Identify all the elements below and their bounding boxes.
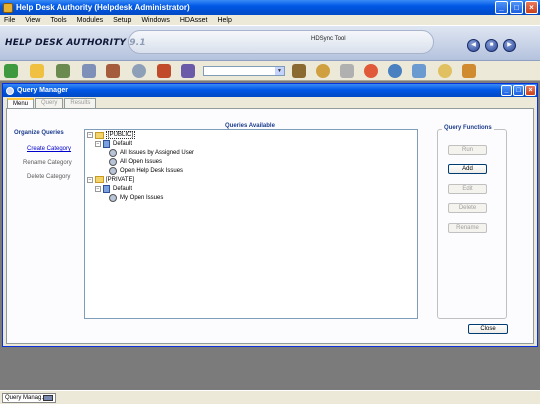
query-icon xyxy=(109,194,117,202)
search-icon[interactable] xyxy=(132,64,146,78)
app-titlebar: Help Desk Authority (Helpdesk Administra… xyxy=(0,0,540,15)
menu-tools[interactable]: Tools xyxy=(46,17,72,24)
tree-node-private-default[interactable]: − Default xyxy=(95,185,132,193)
rename-button[interactable]: Rename xyxy=(448,223,487,233)
app-banner: HELP DESK AUTHORITY 9.1 HDSync Tool ◀ ■ ▶ xyxy=(0,26,540,61)
stop-icon[interactable]: ■ xyxy=(485,39,498,52)
banner-swoosh xyxy=(128,30,434,54)
child-maximize-button[interactable]: □ xyxy=(513,85,524,96)
flag-icon[interactable] xyxy=(462,64,476,78)
organize-queries-heading: Organize Queries xyxy=(14,130,64,136)
hdsync-label[interactable]: HDSync Tool xyxy=(311,36,346,42)
tree-node-public-default[interactable]: − Default xyxy=(95,140,132,148)
tree-node-private[interactable]: − [PRIVATE] xyxy=(87,176,134,183)
category-icon xyxy=(103,140,110,148)
close-button[interactable]: × xyxy=(525,1,538,14)
menu-file[interactable]: File xyxy=(0,17,21,24)
category-icon xyxy=(103,185,110,193)
menu-hdasset[interactable]: HDAsset xyxy=(176,17,214,24)
refresh-icon[interactable] xyxy=(4,64,18,78)
close-query-manager-button[interactable]: Close xyxy=(468,324,508,334)
menu-setup[interactable]: Setup xyxy=(109,17,137,24)
folder-icon xyxy=(95,131,104,139)
menu-modules[interactable]: Modules xyxy=(73,17,109,24)
chevron-down-icon[interactable]: ▼ xyxy=(275,67,284,75)
app-title: Help Desk Authority (Helpdesk Administra… xyxy=(16,3,190,12)
menu-view[interactable]: View xyxy=(21,17,46,24)
delete-button[interactable]: Delete xyxy=(448,203,487,213)
collapse-icon[interactable]: − xyxy=(95,186,101,192)
tree-query-item[interactable]: Open Help Desk Issues xyxy=(109,167,183,175)
toolbar-combo[interactable]: ▼ xyxy=(203,66,285,76)
report-icon[interactable] xyxy=(106,64,120,78)
collapse-icon[interactable]: − xyxy=(87,132,93,138)
back-icon[interactable]: ◀ xyxy=(467,39,480,52)
taskbar: Query Manag... xyxy=(0,390,540,404)
query-manager-icon xyxy=(6,86,14,95)
taskbar-item-query-manager[interactable]: Query Manag... xyxy=(2,393,56,403)
list-icon[interactable] xyxy=(82,64,96,78)
books-icon[interactable] xyxy=(157,64,171,78)
tree-query-item[interactable]: My Open Issues xyxy=(109,194,163,202)
create-category-link[interactable]: Create Category xyxy=(27,146,71,152)
minimize-button[interactable]: _ xyxy=(495,1,508,14)
collapse-icon[interactable]: − xyxy=(95,141,101,147)
tab-query[interactable]: Query xyxy=(35,98,64,108)
app-icon xyxy=(3,2,13,13)
run-button[interactable]: Run xyxy=(448,145,487,155)
brand-logo: HELP DESK AUTHORITY 9.1 xyxy=(5,38,146,48)
menu-bar: File View Tools Modules Setup Windows HD… xyxy=(0,15,540,26)
clock-icon[interactable] xyxy=(438,64,452,78)
menu-tab-page: Organize Queries Create Category Rename … xyxy=(6,108,534,344)
window-icon xyxy=(43,395,53,401)
query-icon xyxy=(109,167,117,175)
child-minimize-button[interactable]: _ xyxy=(501,85,512,96)
rename-category-link[interactable]: Rename Category xyxy=(23,160,72,166)
delete-category-link[interactable]: Delete Category xyxy=(27,174,70,180)
tab-results[interactable]: Results xyxy=(64,98,97,108)
notes-icon[interactable] xyxy=(412,64,426,78)
tree-node-public[interactable]: − [PUBLIC] xyxy=(87,131,136,139)
globe-icon[interactable] xyxy=(316,64,330,78)
toolbar: ▼ xyxy=(0,61,540,81)
query-icon xyxy=(109,158,117,166)
folder-open-icon[interactable] xyxy=(30,64,44,78)
menu-help[interactable]: Help xyxy=(213,17,237,24)
query-functions-heading: Query Functions xyxy=(442,125,494,131)
lifebuoy-icon[interactable] xyxy=(364,64,378,78)
tab-menu[interactable]: Menu xyxy=(7,98,35,108)
tree-query-item[interactable]: All Issues by Assigned User xyxy=(109,149,194,157)
tab-strip: Menu Query Results xyxy=(7,98,97,108)
calendar-icon[interactable] xyxy=(292,64,306,78)
folder-icon xyxy=(95,176,104,183)
forward-icon[interactable]: ▶ xyxy=(503,39,516,52)
tree-query-item[interactable]: All Open Issues xyxy=(109,158,162,166)
add-button[interactable]: Add xyxy=(448,164,487,174)
maximize-button[interactable]: □ xyxy=(510,1,523,14)
child-close-button[interactable]: × xyxy=(525,85,536,96)
menu-windows[interactable]: Windows xyxy=(137,17,175,24)
network-icon[interactable] xyxy=(388,64,402,78)
query-manager-titlebar: Query Manager _ □ × xyxy=(3,84,537,97)
query-manager-title: Query Manager xyxy=(17,87,68,94)
edit-button[interactable]: Edit xyxy=(448,184,487,194)
query-icon xyxy=(109,149,117,157)
people-icon[interactable] xyxy=(56,64,70,78)
collapse-icon[interactable]: − xyxy=(87,176,93,183)
query-manager-window: Query Manager _ □ × Menu Query Results O… xyxy=(2,83,538,347)
wand-icon[interactable] xyxy=(340,64,354,78)
chart-icon[interactable] xyxy=(181,64,195,78)
query-tree[interactable]: − [PUBLIC] − Default All Issues by Assig… xyxy=(84,129,418,319)
